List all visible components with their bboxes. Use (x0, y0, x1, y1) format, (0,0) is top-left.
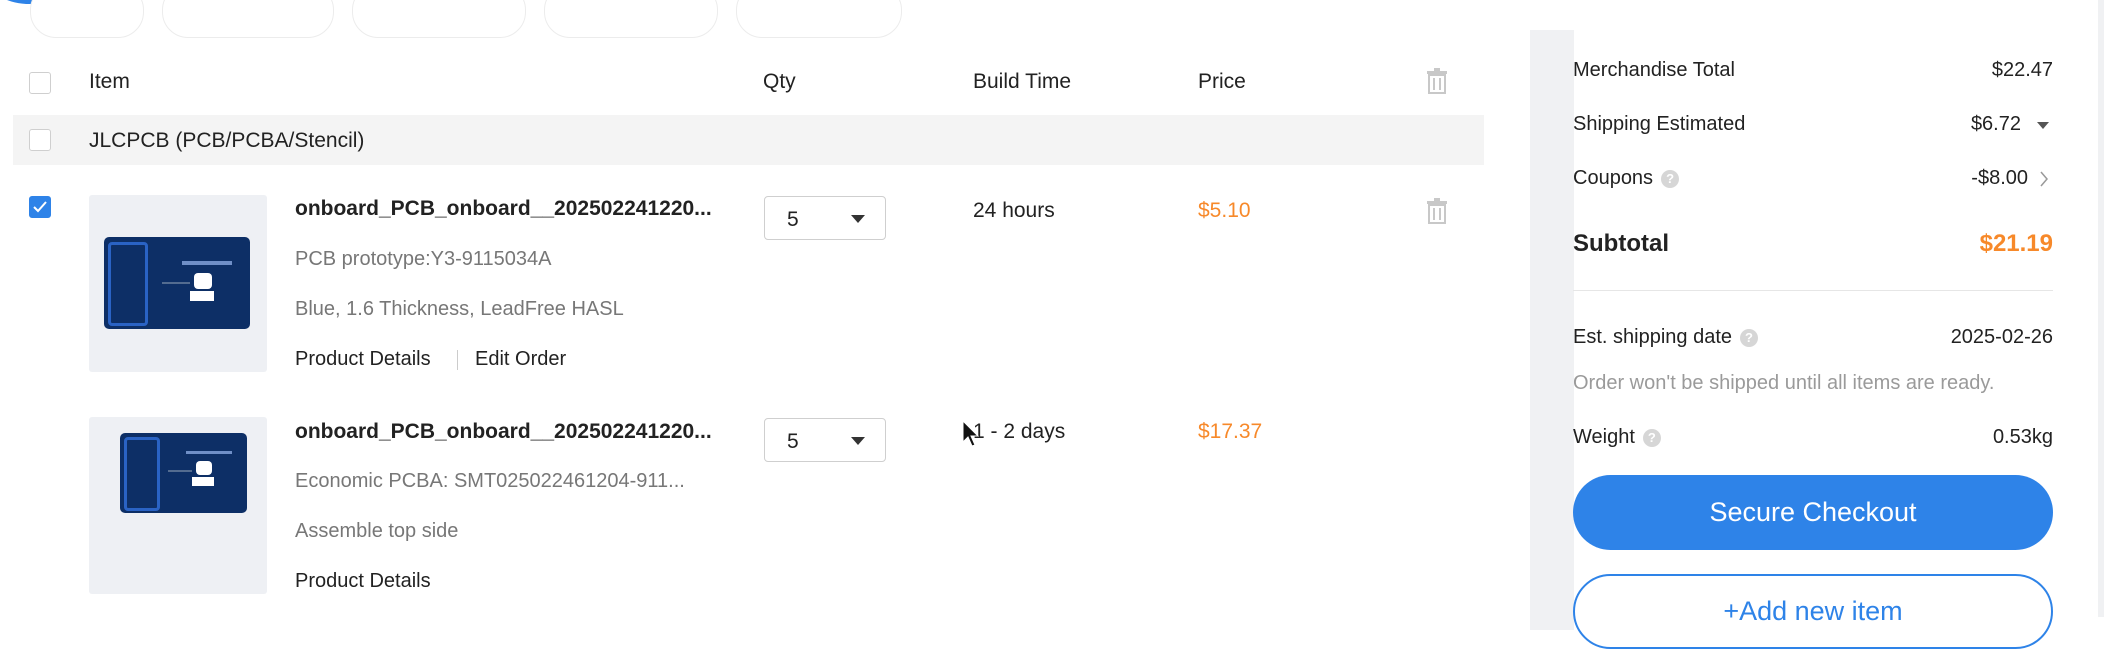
build-time: 1 - 2 days (973, 420, 1066, 443)
link-separator (457, 350, 458, 370)
weight-value: 0.53kg (1992, 426, 2053, 448)
pcb-image (120, 433, 247, 513)
delete-all-trash-icon[interactable] (1426, 68, 1448, 94)
chevron-right-icon[interactable] (2039, 170, 2049, 188)
group-checkbox[interactable] (29, 129, 51, 151)
product-details-link[interactable]: Product Details (295, 348, 431, 371)
subtotal-value: $21.19 (1979, 230, 2053, 257)
quantity-select[interactable]: 5 (764, 196, 886, 240)
product-title[interactable]: onboard_PCB_onboard__202502241220... (295, 197, 725, 221)
chevron-down-icon (851, 437, 865, 445)
subtotal-label: Subtotal (1573, 230, 1669, 257)
weight-label: Weight? (1573, 426, 1661, 449)
item-checkbox[interactable] (29, 196, 51, 218)
panel-divider (1530, 30, 1574, 630)
mouse-cursor-icon (962, 420, 980, 447)
summary-divider (1573, 290, 2053, 291)
help-icon[interactable]: ? (1740, 328, 1758, 347)
coupons-label-text: Coupons (1573, 167, 1654, 189)
filter-tab[interactable] (352, 0, 526, 38)
edit-order-link[interactable]: Edit Order (475, 348, 566, 371)
secure-checkout-button[interactable]: Secure Checkout (1573, 475, 2053, 550)
product-spec: Economic PCBA: SMT025022461204-911... (295, 470, 685, 492)
add-new-item-button[interactable]: +Add new item (1573, 574, 2053, 649)
help-icon[interactable]: ? (1661, 169, 1680, 188)
help-icon[interactable]: ? (1642, 428, 1661, 447)
product-details-link[interactable]: Product Details (295, 570, 431, 593)
product-spec: PCB prototype:Y3-9115034A (295, 248, 552, 270)
est-shipping-date-value: 2025-02-26 (1950, 326, 2053, 348)
shipping-estimated-label: Shipping Estimated (1573, 113, 1746, 135)
select-all-checkbox[interactable] (29, 72, 51, 94)
weight-label-text: Weight (1573, 426, 1635, 448)
pcb-art-icon (162, 261, 232, 301)
est-shipping-date-label: Est. shipping date? (1573, 326, 1758, 349)
product-thumbnail[interactable] (89, 417, 267, 594)
chevron-down-icon (851, 215, 865, 223)
column-header-qty: Qty (763, 70, 796, 93)
scrollbar-track[interactable] (2098, 0, 2104, 617)
vendor-group-label: JLCPCB (PCB/PCBA/Stencil) (89, 129, 365, 152)
delete-item-trash-icon[interactable] (1426, 198, 1448, 224)
filter-tab[interactable] (30, 0, 144, 38)
est-shipping-date-text: Est. shipping date (1573, 326, 1732, 348)
shipping-estimated-value[interactable]: $6.72 (1803, 113, 2021, 136)
coupons-value[interactable]: -$8.00 (1803, 167, 2028, 190)
quantity-select[interactable]: 5 (764, 418, 886, 462)
product-thumbnail[interactable] (89, 195, 267, 372)
product-options: Assemble top side (295, 520, 459, 542)
quantity-value: 5 (787, 430, 799, 453)
item-price: $5.10 (1198, 199, 1251, 222)
shipping-note: Order won't be shipped until all items a… (1573, 372, 1995, 394)
product-options: Blue, 1.6 Thickness, LeadFree HASL (295, 298, 624, 320)
merchandise-total-label: Merchandise Total (1573, 59, 1735, 81)
product-title[interactable]: onboard_PCB_onboard__202502241220... (295, 420, 725, 444)
build-time: 24 hours (973, 199, 1055, 222)
quantity-value: 5 (787, 208, 799, 231)
filter-tab[interactable] (736, 0, 902, 38)
filter-tab[interactable] (162, 0, 334, 38)
filter-tab[interactable] (544, 0, 718, 38)
pcb-art-icon (168, 451, 232, 486)
merchandise-total-value: $22.47 (1991, 59, 2053, 81)
column-header-price: Price (1198, 70, 1246, 93)
item-price: $17.37 (1198, 420, 1263, 443)
coupons-label: Coupons? (1573, 167, 1680, 190)
pcb-image (104, 237, 250, 329)
caret-down-icon[interactable] (2037, 122, 2049, 129)
column-header-build-time: Build Time (973, 70, 1072, 93)
column-header-item: Item (89, 70, 130, 93)
